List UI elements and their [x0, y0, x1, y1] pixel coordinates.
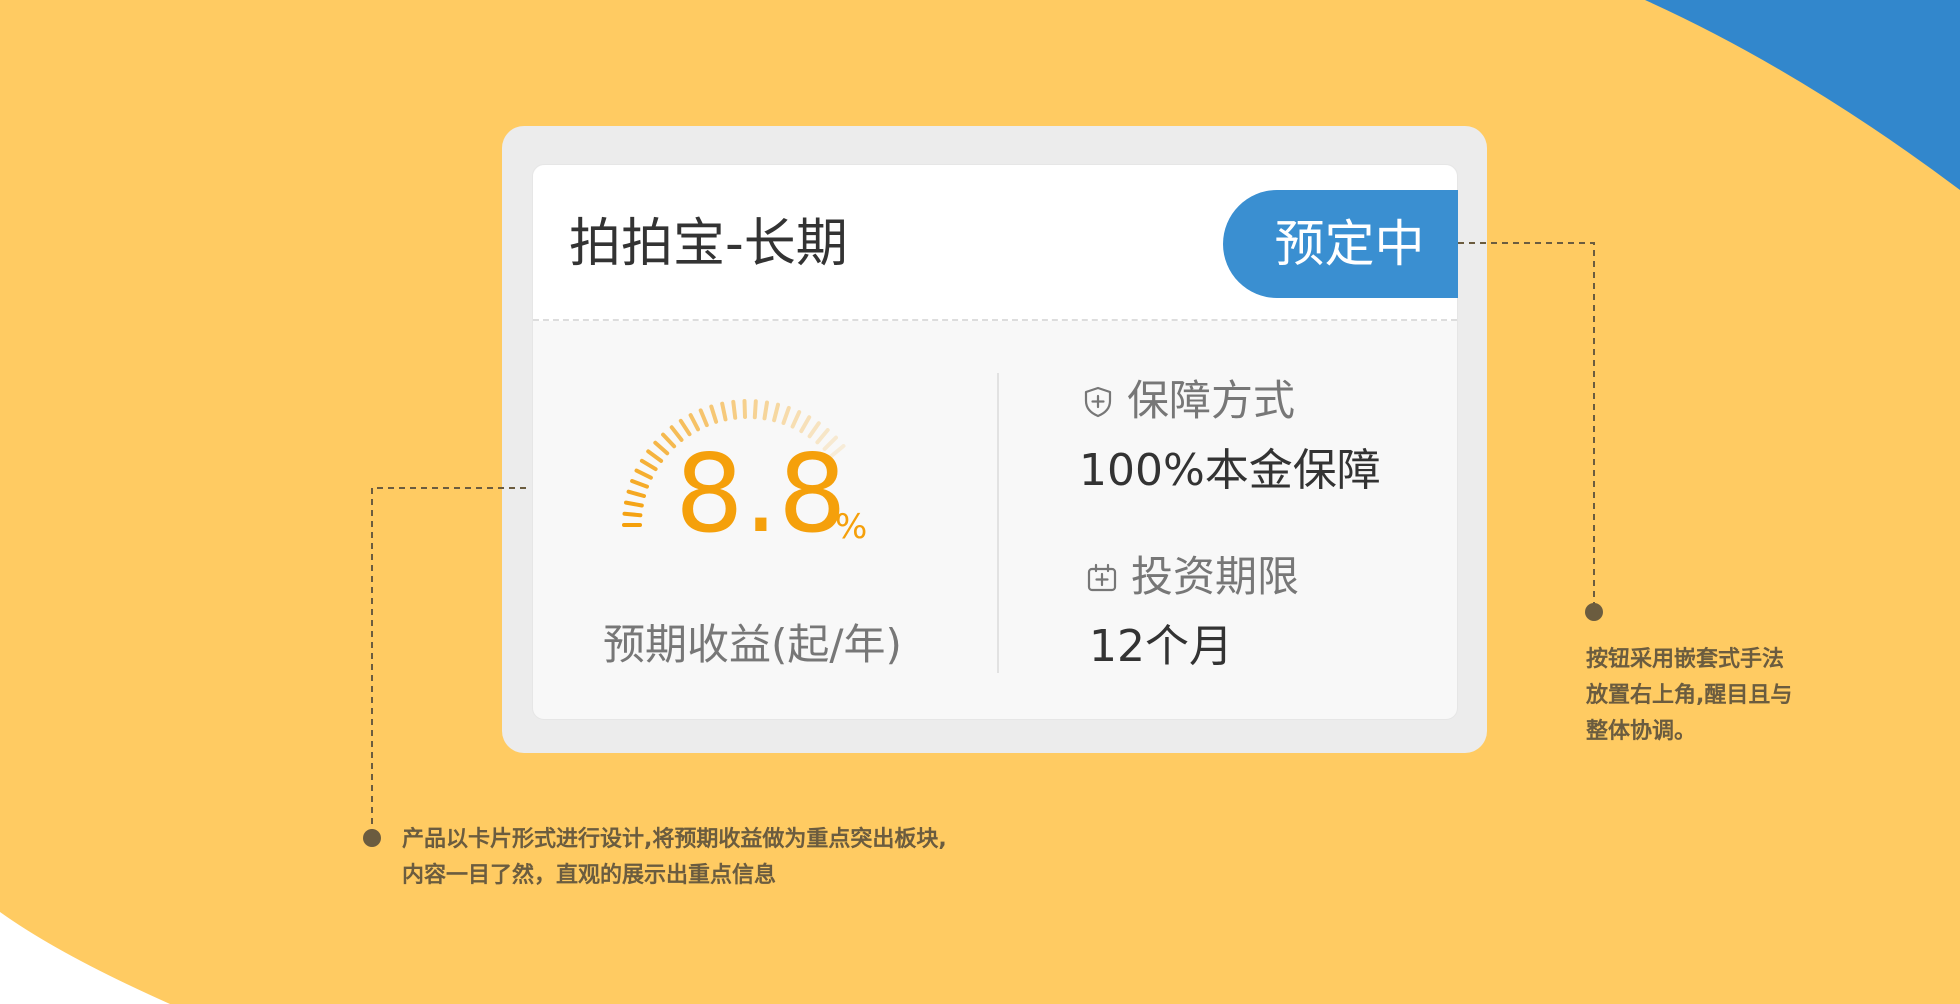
guarantee-label: 保障方式	[1127, 376, 1296, 425]
gauge-tick	[752, 399, 758, 420]
gauge-tick	[688, 413, 700, 432]
calendar-icon	[1087, 563, 1117, 592]
gauge-tick	[646, 449, 664, 463]
expected-rate-value: 8.8	[675, 432, 847, 557]
gauge-tick	[634, 468, 653, 480]
gauge-tick	[790, 410, 802, 429]
gauge-tick	[720, 401, 728, 422]
right-note-line: 整体协调。	[1586, 719, 1697, 744]
gauge-tick	[661, 432, 677, 449]
gauge-tick	[622, 511, 643, 518]
product-card[interactable]: 拍拍宝-长期 预定中 8.8 % 预期收益(起/年) 保障方式 100%本金保障…	[532, 164, 1458, 720]
guarantee-value: 100%本金保障	[1079, 445, 1381, 496]
gauge-tick	[698, 408, 709, 428]
term-label: 投资期限	[1131, 552, 1300, 601]
left-note: 产品以卡片形式进行设计,将预期收益做为重点突出板块, 内容一目了然，直观的展示出…	[402, 822, 947, 894]
reserve-status-button[interactable]: 预定中	[1223, 190, 1458, 298]
gauge-tick	[762, 400, 769, 421]
gauge-tick	[653, 440, 670, 456]
gauge-tick	[630, 479, 649, 489]
term-value: 12个月	[1089, 621, 1233, 672]
gauge-tick	[626, 489, 646, 498]
shield-icon	[1084, 386, 1112, 418]
gauge-tick	[781, 405, 791, 425]
right-note-line: 按钮采用嵌套式手法	[1586, 647, 1785, 672]
gauge-tick	[772, 402, 780, 423]
gauge-tick	[709, 404, 719, 424]
card-header: 拍拍宝-长期 预定中	[533, 165, 1458, 321]
expected-rate-unit: %	[835, 507, 868, 547]
right-note-line: 放置右上角,醒目且与	[1586, 683, 1793, 708]
gauge-tick	[639, 458, 658, 472]
left-note-line: 产品以卡片形式进行设计,将预期收益做为重点突出板块,	[402, 827, 947, 852]
right-note: 按钮采用嵌套式手法 放置右上角,醒目且与 整体协调。	[1586, 642, 1792, 750]
gauge-tick	[799, 415, 812, 434]
section-divider	[997, 373, 999, 673]
gauge-tick	[731, 399, 738, 420]
expected-rate-label: 预期收益(起/年)	[603, 620, 902, 669]
gauge-tick	[742, 399, 747, 419]
gauge-tick	[624, 500, 644, 508]
left-note-line: 内容一目了然，直观的展示出重点信息	[402, 863, 777, 888]
product-title: 拍拍宝-长期	[569, 214, 848, 274]
